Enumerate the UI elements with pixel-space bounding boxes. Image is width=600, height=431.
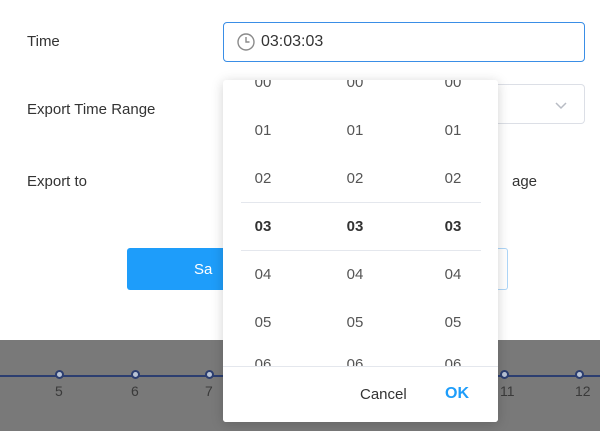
minutes-column[interactable]: 00 01 02 03 04 05 06 xyxy=(315,80,395,366)
tick-label: 7 xyxy=(205,383,213,399)
tick-label: 5 xyxy=(55,383,63,399)
tick-marker xyxy=(205,370,214,379)
minute-option[interactable]: 01 xyxy=(315,116,395,146)
time-input[interactable]: 03:03:03 xyxy=(223,22,585,62)
second-option-selected[interactable]: 03 xyxy=(413,212,493,242)
hour-option[interactable]: 01 xyxy=(223,116,303,146)
hour-option[interactable]: 04 xyxy=(223,260,303,290)
save-button[interactable]: Sa xyxy=(127,248,227,290)
minute-option[interactable]: 05 xyxy=(315,308,395,338)
minute-option[interactable]: 04 xyxy=(315,260,395,290)
tick-marker xyxy=(575,370,584,379)
second-option[interactable]: 01 xyxy=(413,116,493,146)
second-option[interactable]: 04 xyxy=(413,260,493,290)
minute-option[interactable]: 02 xyxy=(315,164,395,194)
selection-line-bottom xyxy=(241,250,481,251)
time-picker-footer: Cancel OK xyxy=(223,366,498,422)
selection-line-top xyxy=(241,202,481,203)
time-picker-columns: 00 01 02 03 04 05 06 00 01 02 03 04 05 0… xyxy=(223,80,498,366)
time-picker-dropdown: 00 01 02 03 04 05 06 00 01 02 03 04 05 0… xyxy=(223,80,498,422)
export-to-label: Export to xyxy=(27,173,88,190)
minute-option[interactable]: 06 xyxy=(315,350,395,366)
tick-marker xyxy=(500,370,509,379)
hour-option[interactable]: 00 xyxy=(223,80,303,98)
ok-button[interactable]: OK xyxy=(445,385,469,403)
hour-option[interactable]: 05 xyxy=(223,308,303,338)
tick-label: 12 xyxy=(575,383,591,399)
cancel-button[interactable]: Cancel xyxy=(360,386,407,403)
hour-option-selected[interactable]: 03 xyxy=(223,212,303,242)
tick-marker xyxy=(131,370,140,379)
minute-option-selected[interactable]: 03 xyxy=(315,212,395,242)
time-label: Time xyxy=(27,33,60,50)
hour-option[interactable]: 02 xyxy=(223,164,303,194)
second-option[interactable]: 00 xyxy=(413,80,493,98)
tick-label: 6 xyxy=(131,383,139,399)
second-option[interactable]: 02 xyxy=(413,164,493,194)
export-time-range-label: Export Time Range xyxy=(27,101,156,118)
hour-option[interactable]: 06 xyxy=(223,350,303,366)
tick-label: 11 xyxy=(500,383,515,399)
hours-column[interactable]: 00 01 02 03 04 05 06 xyxy=(223,80,303,366)
time-value: 03:03:03 xyxy=(261,33,324,50)
second-option[interactable]: 06 xyxy=(413,350,493,366)
chevron-down-icon xyxy=(554,98,568,112)
clock-icon xyxy=(236,32,256,52)
second-option[interactable]: 05 xyxy=(413,308,493,338)
tick-marker xyxy=(55,370,64,379)
storage-option-label[interactable]: age xyxy=(512,173,537,190)
seconds-column[interactable]: 00 01 02 03 04 05 06 xyxy=(413,80,493,366)
minute-option[interactable]: 00 xyxy=(315,80,395,98)
